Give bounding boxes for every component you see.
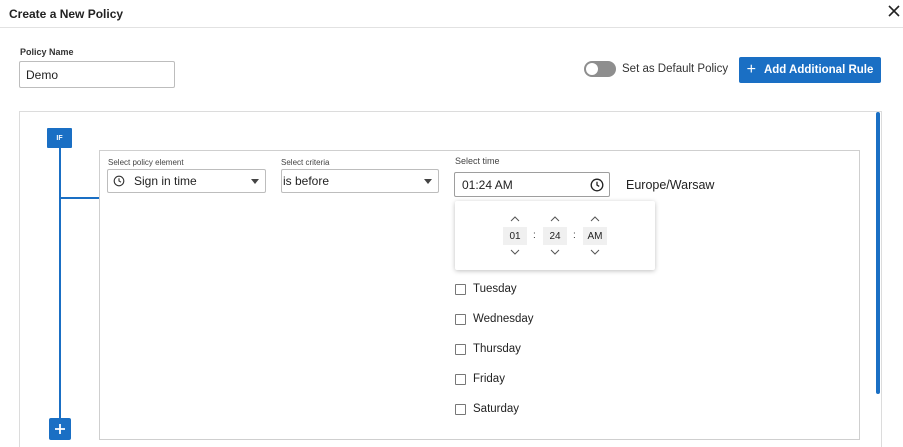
time-separator: : [573, 230, 576, 241]
time-input[interactable]: 01:24 AM [454, 172, 610, 197]
close-icon[interactable] [887, 4, 901, 18]
minute-field[interactable]: 24 [543, 227, 567, 245]
policy-element-select[interactable]: Sign in time [107, 169, 266, 193]
dialog-title: Create a New Policy [9, 7, 124, 21]
dialog-header: Create a New Policy [0, 0, 903, 28]
toggle-knob [586, 63, 598, 75]
hour-field[interactable]: 01 [503, 227, 527, 245]
criteria-select[interactable]: is before [281, 169, 439, 193]
day-label: Wednesday [473, 313, 534, 325]
policy-element-value: Sign in time [134, 174, 197, 188]
day-checkbox[interactable] [455, 283, 466, 295]
hour-down-chevron-down-icon[interactable] [510, 249, 520, 255]
criteria-label: Select criteria [281, 158, 330, 167]
day-option: Wednesday [455, 312, 534, 326]
add-rule-label: Add Additional Rule [763, 64, 874, 76]
time-separator: : [533, 230, 536, 241]
minute-up-chevron-up-icon[interactable] [550, 216, 560, 222]
day-option: Saturday [455, 402, 519, 416]
hour-up-chevron-up-icon[interactable] [510, 216, 520, 222]
day-checkbox[interactable] [455, 313, 466, 325]
default-policy-toggle[interactable] [584, 61, 616, 77]
select-time-label: Select time [455, 156, 500, 166]
policy-element-label: Select policy element [108, 158, 184, 167]
day-option: Friday [455, 372, 505, 386]
day-option: Thursday [455, 342, 521, 356]
day-checkbox[interactable] [455, 343, 466, 355]
period-up-chevron-up-icon[interactable] [590, 216, 600, 222]
default-policy-label: Set as Default Policy [622, 63, 729, 75]
day-label: Thursday [473, 343, 521, 355]
clock-icon[interactable] [590, 178, 604, 192]
period-down-chevron-down-icon[interactable] [590, 249, 600, 255]
rule-connector-horizontal [61, 197, 99, 199]
day-label: Saturday [473, 403, 520, 415]
criteria-value: is before [283, 174, 330, 188]
plus-icon [55, 424, 65, 434]
if-badge: IF [47, 128, 72, 148]
chevron-down-icon [251, 179, 259, 184]
day-label: Friday [473, 373, 505, 385]
policy-name-label: Policy Name [20, 47, 74, 57]
add-condition-button[interactable] [49, 418, 71, 440]
rule-connector-vertical [59, 148, 61, 418]
day-checkbox[interactable] [455, 403, 466, 415]
policy-name-input[interactable] [19, 61, 175, 88]
day-label: Tuesday [473, 283, 517, 295]
time-picker-popup: 01 : 24 : AM [455, 201, 655, 270]
day-option: Tuesday [455, 282, 517, 296]
chevron-down-icon [424, 179, 432, 184]
minute-down-chevron-down-icon[interactable] [550, 249, 560, 255]
timezone-label: Europe/Warsaw [626, 178, 715, 192]
plus-icon: + [746, 61, 756, 78]
day-checkbox[interactable] [455, 373, 466, 385]
scrollbar[interactable] [876, 112, 880, 394]
time-value: 01:24 AM [462, 177, 513, 192]
clock-icon [113, 175, 125, 187]
period-field[interactable]: AM [583, 227, 607, 245]
add-additional-rule-button[interactable]: + Add Additional Rule [739, 57, 881, 83]
